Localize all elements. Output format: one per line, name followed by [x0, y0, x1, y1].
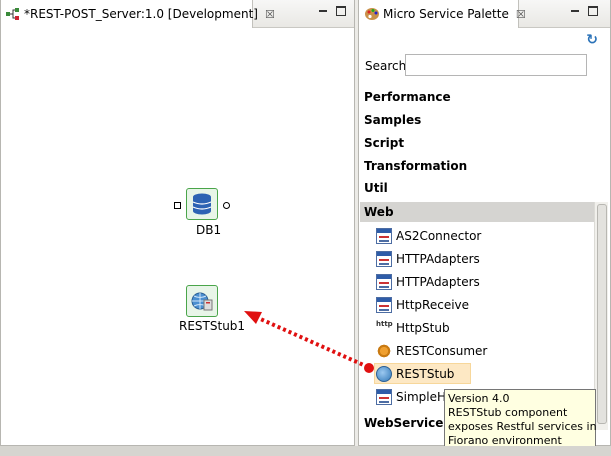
- search-label: Search: [365, 59, 407, 73]
- item-label: HttpStub: [396, 321, 450, 335]
- palette-toolbar: ↻: [359, 28, 610, 50]
- item-label: RESTConsumer: [396, 344, 488, 358]
- gear-icon: [376, 343, 392, 359]
- flow-diagram-icon: [5, 6, 21, 22]
- palette-window-controls: [570, 6, 598, 16]
- palette-item-simplehttp[interactable]: SimpleHT: [376, 387, 453, 407]
- palette-tab-bar: Micro Service Palette ☒: [359, 0, 610, 28]
- category-script[interactable]: Script: [364, 136, 404, 150]
- palette-item-httpstub[interactable]: http HttpStub: [376, 318, 450, 338]
- reststub1-node[interactable]: [186, 285, 218, 317]
- editor-tab[interactable]: *REST-POST_Server:1.0 [Development] ☒: [1, 0, 275, 28]
- item-label: HTTPAdapters: [396, 252, 480, 266]
- palette-item-restconsumer[interactable]: RESTConsumer: [376, 341, 487, 361]
- item-label: RESTStub: [396, 367, 455, 381]
- palette-item-httpreceive[interactable]: HttpReceive: [376, 295, 469, 315]
- table-icon: [376, 389, 392, 405]
- palette-item-as2connector[interactable]: AS2Connector: [376, 226, 481, 246]
- palette-tab-label: Micro Service Palette: [383, 7, 509, 21]
- input-port[interactable]: [174, 202, 181, 209]
- maximize-icon[interactable]: [588, 6, 598, 16]
- maximize-icon[interactable]: [336, 6, 346, 16]
- table-icon: [376, 251, 392, 267]
- bottom-strip: [0, 446, 611, 456]
- category-web-highlight: [360, 202, 594, 222]
- tooltip-line-3: exposes Restful services in: [448, 420, 597, 433]
- search-input[interactable]: [405, 54, 587, 76]
- app-window: *REST-POST_Server:1.0 [Development] ☒ DB…: [0, 0, 611, 456]
- close-icon[interactable]: ☒: [516, 8, 526, 21]
- tooltip-version: Version 4.0: [448, 392, 510, 405]
- scrollbar-thumb[interactable]: [597, 204, 607, 424]
- item-label: HTTPAdapters: [396, 275, 480, 289]
- palette-item-httpadapters[interactable]: HTTPAdapters: [376, 249, 480, 269]
- editor-tab-bar: *REST-POST_Server:1.0 [Development] ☒: [1, 0, 354, 28]
- item-label: HttpReceive: [396, 298, 470, 312]
- palette-item-httpadapters-2[interactable]: HTTPAdapters: [376, 272, 480, 292]
- output-port[interactable]: [223, 202, 230, 209]
- db1-node[interactable]: [186, 188, 218, 220]
- palette-item-reststub[interactable]: RESTStub: [376, 364, 454, 384]
- category-web[interactable]: Web: [364, 205, 394, 219]
- tooltip-line-2: RESTStub component: [448, 406, 568, 419]
- globe-icon: [376, 366, 392, 382]
- minimize-icon[interactable]: [570, 6, 580, 16]
- palette-tab[interactable]: Micro Service Palette ☒: [359, 0, 526, 28]
- item-label: AS2Connector: [396, 229, 482, 243]
- micro-service-palette-panel: Micro Service Palette ☒ ↻ Search Perform…: [358, 0, 611, 446]
- editor-window-controls: [318, 6, 346, 16]
- category-transformation[interactable]: Transformation: [364, 159, 467, 173]
- refresh-icon[interactable]: ↻: [586, 32, 598, 48]
- category-webservice[interactable]: WebService: [364, 416, 443, 430]
- globe-server-icon: [191, 292, 213, 311]
- palette-icon: [364, 6, 380, 22]
- close-icon[interactable]: ☒: [265, 8, 275, 21]
- category-util[interactable]: Util: [364, 181, 388, 195]
- database-icon: [192, 193, 212, 215]
- db1-label: DB1: [196, 223, 222, 237]
- minimize-icon[interactable]: [318, 6, 328, 16]
- table-icon: [376, 274, 392, 290]
- palette-scrollbar[interactable]: [594, 202, 608, 430]
- category-samples[interactable]: Samples: [364, 113, 421, 127]
- flow-editor-panel: *REST-POST_Server:1.0 [Development] ☒ DB…: [0, 0, 355, 446]
- table-icon: [376, 297, 392, 313]
- table-icon: [376, 228, 392, 244]
- component-tooltip: Version 4.0 RESTStub component exposes R…: [444, 389, 597, 451]
- http-icon: http: [376, 320, 393, 328]
- category-performance[interactable]: Performance: [364, 90, 451, 104]
- reststub1-label: RESTStub1: [179, 319, 246, 333]
- editor-tab-label: *REST-POST_Server:1.0 [Development]: [24, 7, 258, 21]
